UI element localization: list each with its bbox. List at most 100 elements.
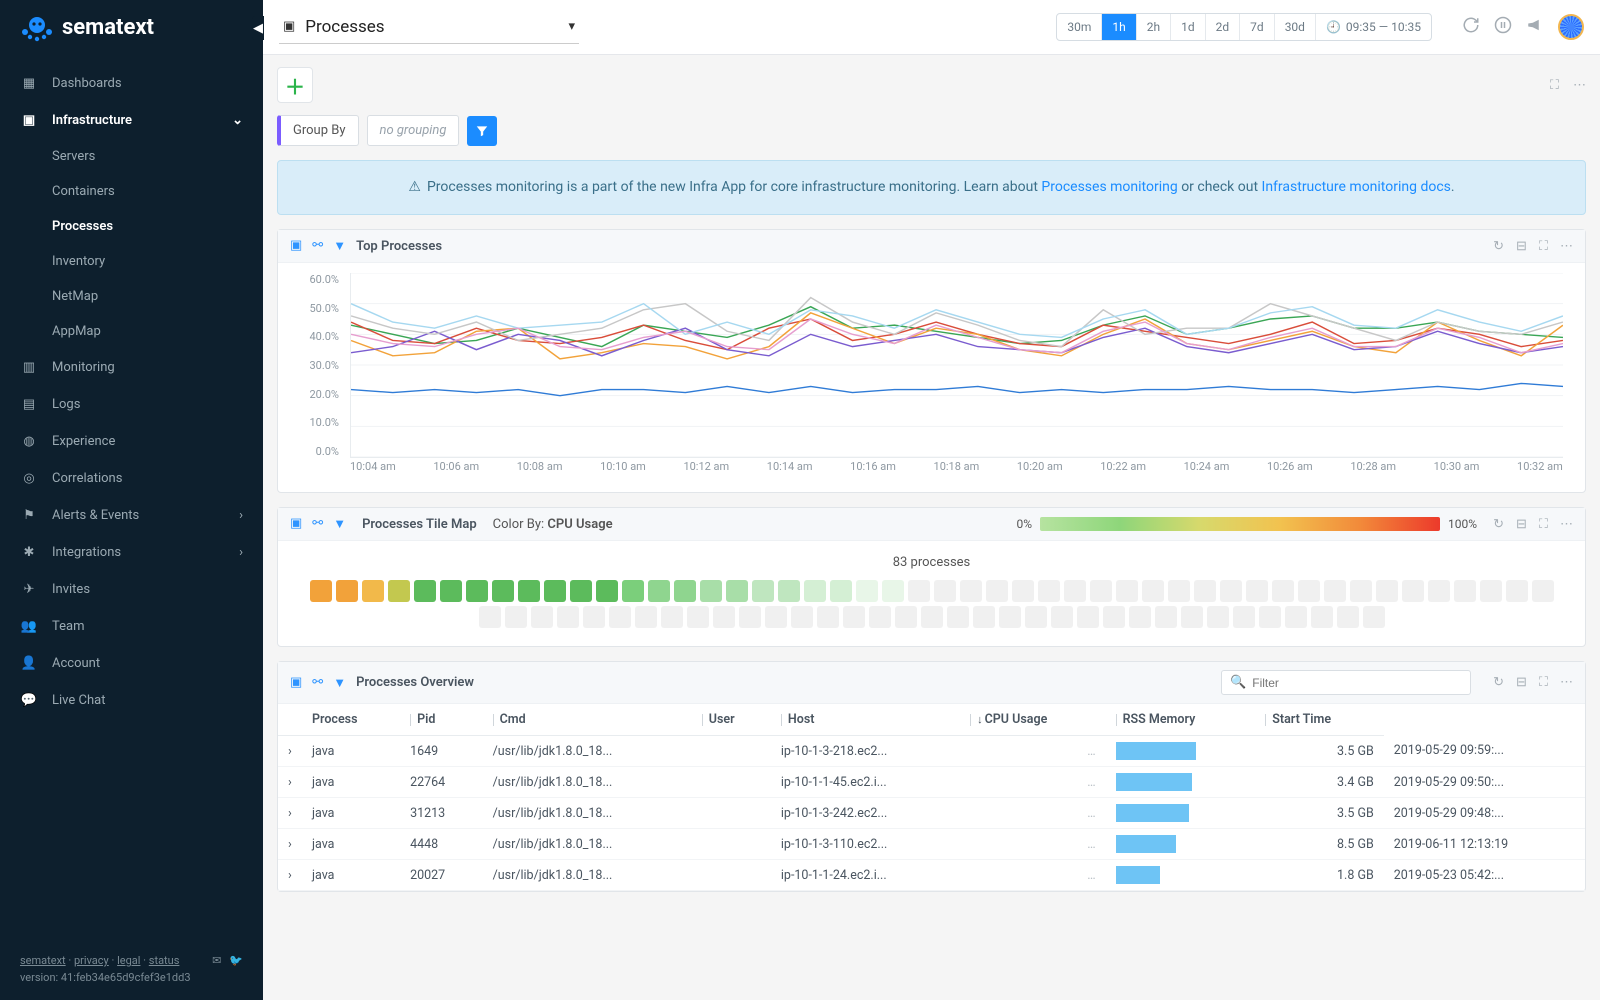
tile[interactable]	[1194, 580, 1216, 602]
sidebar-item-dashboards[interactable]: ▦Dashboards	[0, 65, 263, 102]
col-user[interactable]: User	[692, 704, 771, 736]
tile[interactable]	[635, 606, 657, 628]
tile[interactable]	[947, 606, 969, 628]
tile[interactable]	[1337, 606, 1359, 628]
sidebar-item-integrations[interactable]: ✱Integrations›	[0, 534, 263, 571]
link-icon[interactable]: ⚯	[312, 516, 323, 532]
filter-icon[interactable]: ▼	[333, 675, 346, 691]
tile[interactable]	[687, 606, 709, 628]
cell-host-more[interactable]: …	[960, 767, 1105, 798]
footer-link-sematext[interactable]: sematext	[20, 954, 66, 967]
user-avatar[interactable]	[1558, 14, 1584, 40]
table-row[interactable]: › java 22764 /usr/lib/jdk1.8.0_18... ip-…	[278, 767, 1585, 798]
tile[interactable]	[1428, 580, 1450, 602]
expand-row-icon[interactable]: ›	[278, 736, 302, 767]
tile[interactable]	[518, 580, 540, 602]
tile[interactable]	[492, 580, 514, 602]
tile[interactable]	[1038, 580, 1060, 602]
link-icon[interactable]: ⚯	[312, 238, 323, 254]
time-option-30d[interactable]: 30d	[1275, 14, 1316, 40]
add-panel-button[interactable]: ＋	[277, 67, 313, 103]
cell-host-more[interactable]: …	[960, 798, 1105, 829]
tile[interactable]	[1064, 580, 1086, 602]
sidebar-item-logs[interactable]: ▤Logs	[0, 386, 263, 423]
fullscreen-icon[interactable]: ⛶	[1539, 675, 1548, 690]
time-option-7d[interactable]: 7d	[1240, 14, 1275, 40]
sidebar-item-containers[interactable]: Containers	[26, 174, 263, 209]
table-row[interactable]: › java 1649 /usr/lib/jdk1.8.0_18... ip-1…	[278, 736, 1585, 767]
mail-icon[interactable]: ✉	[212, 953, 221, 970]
sidebar-collapse-toggle[interactable]: ◀	[252, 16, 264, 40]
time-option-1d[interactable]: 1d	[1171, 14, 1206, 40]
sidebar-item-servers[interactable]: Servers	[26, 139, 263, 174]
tile[interactable]	[505, 606, 527, 628]
sidebar-item-netmap[interactable]: NetMap	[26, 279, 263, 314]
sidebar-item-infrastructure[interactable]: ▣Infrastructure⌄	[0, 102, 263, 139]
more-icon[interactable]: ⋯	[1573, 78, 1586, 93]
tile[interactable]	[622, 580, 644, 602]
tile[interactable]	[544, 580, 566, 602]
time-option-30m[interactable]: 30m	[1057, 14, 1102, 40]
footer-link-legal[interactable]: legal	[117, 954, 140, 967]
add-filter-button[interactable]	[467, 116, 497, 146]
twitter-icon[interactable]: 🐦	[229, 953, 243, 970]
fullscreen-icon[interactable]: ⛶	[1539, 517, 1548, 532]
tile[interactable]	[1324, 580, 1346, 602]
filter-input-wrap[interactable]: 🔍	[1221, 670, 1471, 695]
col-cmd[interactable]: Cmd	[483, 704, 692, 736]
tile[interactable]	[648, 580, 670, 602]
group-by-label[interactable]: Group By	[277, 115, 359, 146]
group-by-value[interactable]: no grouping	[367, 115, 460, 146]
tile[interactable]	[310, 580, 332, 602]
tile[interactable]	[1220, 580, 1242, 602]
cell-host-more[interactable]: …	[960, 829, 1105, 860]
cell-host-more[interactable]: …	[960, 860, 1105, 891]
tile[interactable]	[1142, 580, 1164, 602]
sidebar-item-experience[interactable]: ◍Experience	[0, 423, 263, 460]
tile[interactable]	[986, 580, 1008, 602]
tile[interactable]	[1103, 606, 1125, 628]
tile[interactable]	[1506, 580, 1528, 602]
pause-icon[interactable]	[1494, 16, 1512, 38]
tile[interactable]	[1454, 580, 1476, 602]
tile[interactable]	[960, 580, 982, 602]
tile[interactable]	[531, 606, 553, 628]
tile[interactable]	[1285, 606, 1307, 628]
tile[interactable]	[856, 580, 878, 602]
archive-icon[interactable]: ▣	[290, 675, 302, 691]
expand-row-icon[interactable]: ›	[278, 767, 302, 798]
sidebar-item-inventory[interactable]: Inventory	[26, 244, 263, 279]
tile[interactable]	[440, 580, 462, 602]
tile[interactable]	[362, 580, 384, 602]
tile[interactable]	[804, 580, 826, 602]
filter-input[interactable]	[1252, 676, 1462, 690]
tile[interactable]	[1532, 580, 1554, 602]
minimize-icon[interactable]: ⊟	[1516, 239, 1527, 254]
more-icon[interactable]: ⋯	[1560, 675, 1573, 690]
tile[interactable]	[791, 606, 813, 628]
tile[interactable]	[1233, 606, 1255, 628]
table-row[interactable]: › java 4448 /usr/lib/jdk1.8.0_18... ip-1…	[278, 829, 1585, 860]
more-icon[interactable]: ⋯	[1560, 517, 1573, 532]
footer-link-privacy[interactable]: privacy	[74, 954, 109, 967]
archive-icon[interactable]: ▣	[290, 238, 302, 254]
refresh-icon[interactable]	[1462, 16, 1480, 38]
tile[interactable]	[1025, 606, 1047, 628]
tile[interactable]	[713, 606, 735, 628]
brand-logo[interactable]: sematext ◀	[0, 0, 263, 55]
time-option-2d[interactable]: 2d	[1206, 14, 1241, 40]
tile[interactable]	[973, 606, 995, 628]
refresh-icon[interactable]: ↻	[1493, 239, 1504, 254]
time-range[interactable]: 🕘 09:35 — 10:35	[1316, 14, 1431, 40]
sidebar-item-live-chat[interactable]: 💬Live Chat	[0, 682, 263, 719]
fullscreen-icon[interactable]: ⛶	[1550, 78, 1559, 93]
sidebar-item-monitoring[interactable]: ▥Monitoring	[0, 349, 263, 386]
time-option-1h[interactable]: 1h	[1102, 14, 1136, 40]
tile[interactable]	[765, 606, 787, 628]
tile[interactable]	[661, 606, 683, 628]
more-icon[interactable]: ⋯	[1560, 239, 1573, 254]
tile[interactable]	[895, 606, 917, 628]
tile[interactable]	[1350, 580, 1372, 602]
minimize-icon[interactable]: ⊟	[1516, 517, 1527, 532]
tile[interactable]	[414, 580, 436, 602]
